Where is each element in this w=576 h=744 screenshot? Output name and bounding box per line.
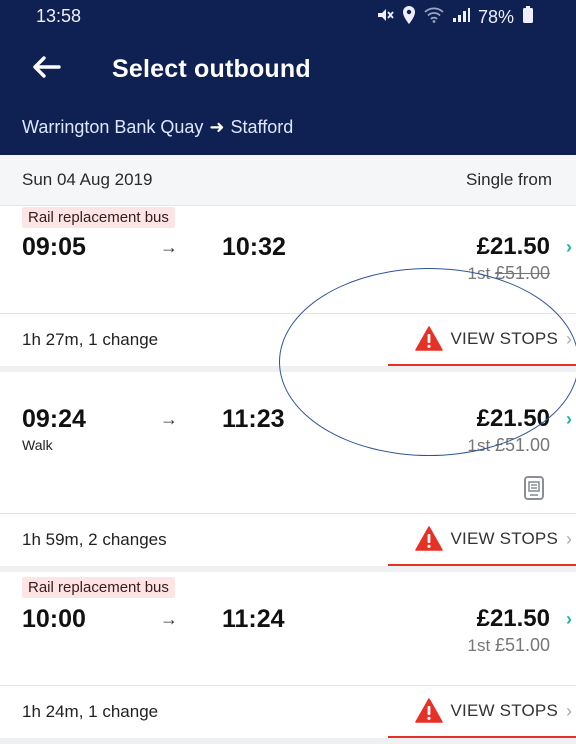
view-stops-label: VIEW STOPS <box>450 329 558 348</box>
route-from: Warrington Bank Quay <box>22 117 204 137</box>
depart-time: 09:05 <box>22 233 86 261</box>
duration-changes: 1h 59m, 2 changes <box>22 530 167 549</box>
first-class-amount: £51.00 <box>494 435 550 455</box>
first-class-label: 1st <box>467 264 491 283</box>
single-from-label: Single from <box>466 170 552 189</box>
location-icon <box>402 6 416 28</box>
rail-replacement-badge: Rail replacement bus <box>22 577 175 598</box>
journey-summary: 1h 59m, 2 changes VIEW STOPS › <box>0 513 576 572</box>
view-stops-button[interactable]: VIEW STOPS › <box>388 514 576 566</box>
battery-level: 78% <box>477 6 514 27</box>
travel-date: Sun 04 Aug 2019 <box>22 170 153 189</box>
chevron-right-icon[interactable]: › <box>566 409 572 430</box>
journey-card[interactable]: Rail replacement bus 09:05 → 10:32 £21.5… <box>0 205 576 313</box>
battery-icon <box>522 6 534 28</box>
time-arrow: → <box>160 237 178 257</box>
mute-icon <box>376 7 394 27</box>
date-row: Sun 04 Aug 2019 Single from <box>0 155 576 206</box>
journey-summary: 1h 24m, 1 change VIEW STOPS › <box>0 685 576 744</box>
standard-price: £21.50 <box>476 233 550 260</box>
signal-icon <box>452 7 470 27</box>
wifi-icon <box>424 7 444 27</box>
page-title: Select outbound <box>112 55 311 83</box>
standard-price: £21.50 <box>476 605 550 632</box>
view-stops-label: VIEW STOPS <box>450 701 558 720</box>
view-stops-button[interactable]: VIEW STOPS › <box>388 686 576 738</box>
ticket-icon <box>522 476 546 500</box>
route-summary: Warrington Bank Quay ➜ Stafford <box>22 117 293 138</box>
walk-note: Walk <box>22 437 53 453</box>
back-arrow-icon <box>33 56 61 78</box>
standard-price: £21.50 <box>476 405 550 432</box>
journey-summary: 1h 27m, 1 change VIEW STOPS › <box>0 313 576 372</box>
first-class-price: 1st £51.00 <box>468 635 550 656</box>
arrive-time: 10:32 <box>222 233 286 261</box>
route-arrow: ➜ <box>209 117 225 137</box>
chevron-right-icon[interactable]: › <box>566 237 572 258</box>
rail-replacement-badge: Rail replacement bus <box>22 207 175 228</box>
view-stops-label: VIEW STOPS <box>450 529 558 548</box>
chevron-right-icon: › <box>566 328 572 349</box>
first-class-price: 1st £51.00 <box>468 263 550 284</box>
chevron-right-icon: › <box>566 700 572 721</box>
arrive-time: 11:24 <box>222 605 285 633</box>
journey-card[interactable]: Rail replacement bus 10:00 → 11:24 £21.5… <box>0 571 576 685</box>
depart-time: 09:24 <box>22 405 86 433</box>
first-class-label: 1st <box>467 636 491 655</box>
warning-icon <box>414 326 443 352</box>
depart-time: 10:00 <box>22 605 86 633</box>
app-header: 13:58 78% Select outbound Warrington Ban… <box>0 0 576 155</box>
duration-changes: 1h 24m, 1 change <box>22 702 159 721</box>
time-arrow: → <box>160 609 178 629</box>
route-to: Stafford <box>230 117 294 137</box>
status-icons: 78% <box>376 6 534 28</box>
status-time: 13:58 <box>36 6 82 26</box>
arrive-time: 11:23 <box>222 405 285 433</box>
chevron-right-icon: › <box>566 528 572 549</box>
journey-card[interactable]: 09:24 → 11:23 Walk £21.50 › 1st £51.00 <box>0 371 576 513</box>
first-class-price: 1st £51.00 <box>468 435 550 456</box>
first-class-label: 1st <box>467 436 491 455</box>
back-button[interactable] <box>26 50 66 84</box>
warning-icon <box>414 526 443 552</box>
duration-changes: 1h 27m, 1 change <box>22 330 159 349</box>
chevron-right-icon[interactable]: › <box>566 609 572 630</box>
status-bar: 13:58 78% <box>0 0 576 36</box>
view-stops-button[interactable]: VIEW STOPS › <box>388 314 576 366</box>
warning-icon <box>414 698 443 724</box>
first-class-amount: £51.00 <box>494 263 550 283</box>
time-arrow: → <box>160 409 178 429</box>
first-class-amount: £51.00 <box>494 635 550 655</box>
